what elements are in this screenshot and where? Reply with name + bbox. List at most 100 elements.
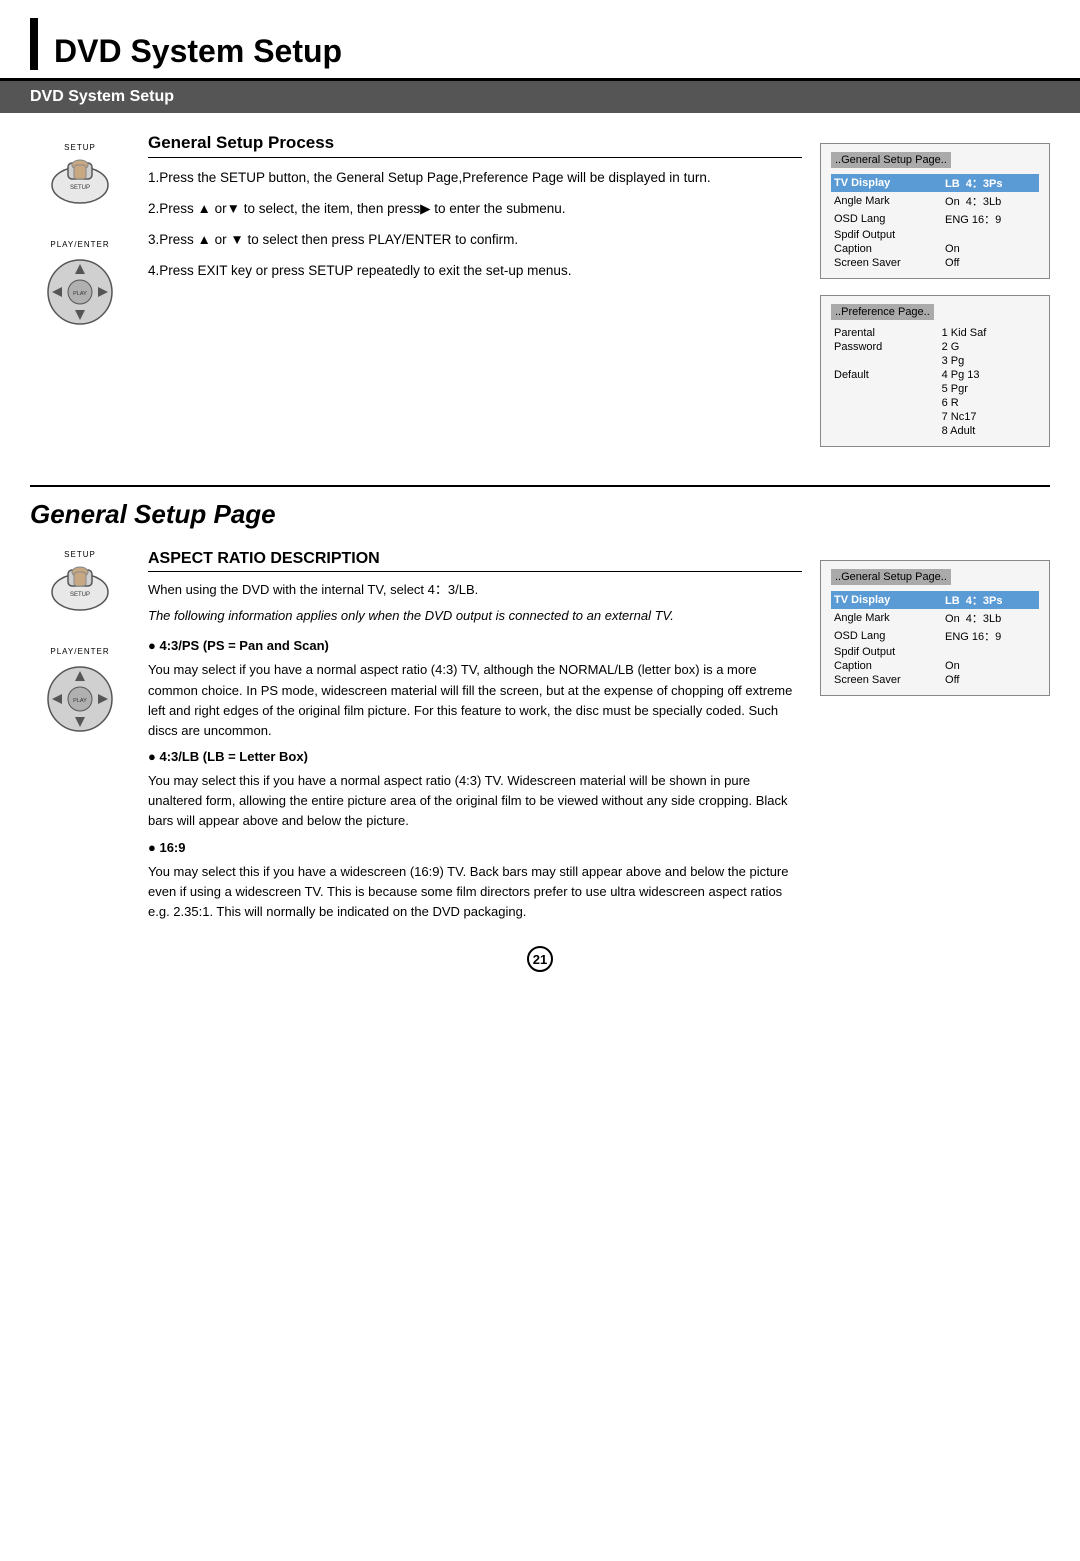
pref-value-5: 6 R: [939, 396, 1039, 410]
general-setup-screen-2: ..General Setup Page.. TV Display LB 4：3…: [820, 560, 1050, 696]
title-accent-bar: [30, 18, 38, 70]
bullet-0-text: You may select if you have a normal aspe…: [148, 660, 802, 741]
screens-col-top: ..General Setup Page.. TV Display LB 4：3…: [820, 133, 1050, 447]
gss2-value-1: On 4：3Lb: [942, 609, 1039, 627]
pref-label-3: Default: [831, 368, 939, 382]
gss2-value-4: On: [942, 659, 1039, 673]
play-enter-label-bottom: PLAY/ENTER: [50, 647, 109, 656]
bullet-1-text: You may select this if you have a normal…: [148, 771, 802, 831]
preference-screen: ..Preference Page.. Parental 1 Kid Saf P…: [820, 295, 1050, 447]
step-1: 1.Press the SETUP button, the General Se…: [148, 168, 802, 189]
setup-remote-bottom: SETUP SETUP: [40, 550, 120, 617]
pref-label-2: [831, 354, 939, 368]
gss2-label-4: Caption: [831, 659, 942, 673]
gss1-value-2: ENG 16：9: [942, 210, 1039, 228]
gss1-title: ..General Setup Page..: [831, 152, 951, 168]
pref-label-7: [831, 424, 939, 438]
bullet-0-title-strong: 4:3/PS (PS = Pan and Scan): [159, 638, 328, 653]
page-number: 21: [527, 946, 553, 972]
gss1-table: TV Display LB 4：3Ps Angle Mark On 4：3Lb …: [831, 174, 1039, 270]
top-section: SETUP SETUP PLAY/ENTER: [30, 133, 1050, 447]
bullet-1-title: 4:3/LB (LB = Letter Box): [148, 747, 802, 767]
main-content: SETUP SETUP PLAY/ENTER: [0, 113, 1080, 1000]
gss2-table: TV Display LB 4：3Ps Angle Mark On 4：3Lb …: [831, 591, 1039, 687]
gss1-value-4: On: [942, 242, 1039, 256]
setup-remote: SETUP SETUP: [40, 143, 120, 210]
gss1-value-5: Off: [942, 256, 1039, 270]
bullet-2-title: 16:9: [148, 838, 802, 858]
page-number-row: 21: [30, 946, 1050, 972]
svg-text:PLAY: PLAY: [73, 291, 87, 297]
pref-label-1: Password: [831, 340, 939, 354]
general-setup-screen-1: ..General Setup Page.. TV Display LB 4：3…: [820, 143, 1050, 279]
gss1-value-3: [942, 228, 1039, 242]
text-col-top: General Setup Process 1.Press the SETUP …: [148, 133, 802, 447]
gss1-label-4: Caption: [831, 242, 942, 256]
pref-row-0: Parental 1 Kid Saf: [831, 326, 1039, 340]
step-4: 4.Press EXIT key or press SETUP repeated…: [148, 261, 802, 282]
gss1-label-5: Screen Saver: [831, 256, 942, 270]
gsp-heading: General Setup Page: [30, 499, 1050, 530]
section-divider: [30, 485, 1050, 487]
pref-row-3: Default 4 Pg 13: [831, 368, 1039, 382]
gss1-row-2: OSD Lang ENG 16：9: [831, 210, 1039, 228]
bullet-0-title: 4:3/PS (PS = Pan and Scan): [148, 636, 802, 656]
aspect-left: ASPECT RATIO DESCRIPTION When using the …: [148, 550, 802, 928]
svg-text:SETUP: SETUP: [70, 185, 90, 191]
bullet-2-text: You may select this if you have a widesc…: [148, 862, 802, 922]
gss2-label-2: OSD Lang: [831, 627, 942, 645]
aspect-intro: When using the DVD with the internal TV,…: [148, 580, 802, 600]
bullet-2-title-strong: 16:9: [159, 840, 185, 855]
gss2-title: ..General Setup Page..: [831, 569, 951, 585]
pref-value-7: 8 Adult: [939, 424, 1039, 438]
gss2-row-3: Spdif Output: [831, 645, 1039, 659]
pref-value-0: 1 Kid Saf: [939, 326, 1039, 340]
pref-value-1: 2 G: [939, 340, 1039, 354]
main-title: DVD System Setup: [54, 33, 342, 70]
gss1-row-4: Caption On: [831, 242, 1039, 256]
pref-value-6: 7 Nc17: [939, 410, 1039, 424]
aspect-italic: The following information applies only w…: [148, 606, 802, 626]
pref-value-3: 4 Pg 13: [939, 368, 1039, 382]
step-3: 3.Press ▲ or ▼ to select then press PLAY…: [148, 230, 802, 251]
setup-remote-svg-bottom: SETUP: [40, 562, 120, 617]
gss2-label-1: Angle Mark: [831, 609, 942, 627]
title-bar: DVD System Setup: [0, 0, 1080, 81]
gss2-row-4: Caption On: [831, 659, 1039, 673]
pref-row-2: 3 Pg: [831, 354, 1039, 368]
gss2-row-2: OSD Lang ENG 16：9: [831, 627, 1039, 645]
pref-table: Parental 1 Kid Saf Password 2 G 3 Pg: [831, 326, 1039, 438]
pref-row-4: 5 Pgr: [831, 382, 1039, 396]
nav-remote-top: PLAY/ENTER PLAY: [40, 240, 120, 332]
gss1-row-1: Angle Mark On 4：3Lb: [831, 192, 1039, 210]
pref-value-2: 3 Pg: [939, 354, 1039, 368]
gss2-value-0: LB 4：3Ps: [942, 591, 1039, 609]
gss2-label-5: Screen Saver: [831, 673, 942, 687]
pref-value-4: 5 Pgr: [939, 382, 1039, 396]
bottom-section: SETUP SETUP PLAY/ENTER: [30, 550, 1050, 928]
gss1-label-1: Angle Mark: [831, 192, 942, 210]
nav-remote-svg-top: PLAY: [40, 252, 120, 332]
svg-text:PLAY: PLAY: [73, 698, 87, 704]
gss1-label-2: OSD Lang: [831, 210, 942, 228]
gss2-row-5: Screen Saver Off: [831, 673, 1039, 687]
pref-label-0: Parental: [831, 326, 939, 340]
pref-label-4: [831, 382, 939, 396]
gss1-label-0: TV Display: [831, 174, 942, 192]
screen-col-bottom: ..General Setup Page.. TV Display LB 4：3…: [820, 550, 1050, 928]
nav-remote-bottom: PLAY/ENTER PLAY: [40, 647, 120, 739]
gss2-label-0: TV Display: [831, 591, 942, 609]
pref-row-1: Password 2 G: [831, 340, 1039, 354]
pref-row-5: 6 R: [831, 396, 1039, 410]
setup-remote-svg: SETUP: [40, 155, 120, 210]
pref-title: ..Preference Page..: [831, 304, 934, 320]
gsp-section-heading: General Setup Process: [148, 133, 802, 158]
sub-header: DVD System Setup: [0, 81, 1080, 113]
remote-col-bottom: SETUP SETUP PLAY/ENTER: [30, 550, 130, 928]
gss1-row-0: TV Display LB 4：3Ps: [831, 174, 1039, 192]
gss2-row-0: TV Display LB 4：3Ps: [831, 591, 1039, 609]
pref-row-7: 8 Adult: [831, 424, 1039, 438]
pref-row-6: 7 Nc17: [831, 410, 1039, 424]
gss2-value-3: [942, 645, 1039, 659]
gss2-value-2: ENG 16：9: [942, 627, 1039, 645]
